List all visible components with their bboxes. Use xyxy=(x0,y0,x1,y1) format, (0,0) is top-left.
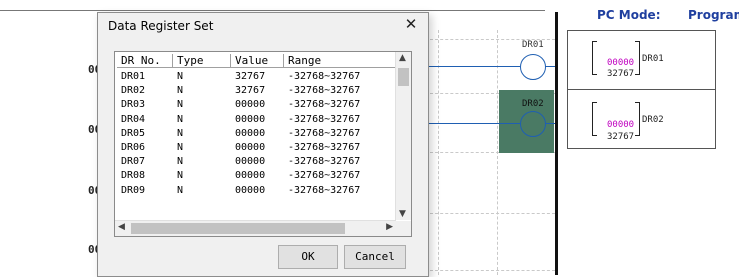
cell-type: N xyxy=(177,71,184,82)
cell-value: 00000 xyxy=(235,184,266,196)
cell-range: -32768~32767 xyxy=(288,170,361,182)
register-list[interactable]: DR No. Type Value Range DR01 N 32767 -32768… xyxy=(114,51,412,237)
cell-type: N xyxy=(177,85,184,97)
coil-label: DR01 xyxy=(522,40,544,50)
register-tag: DR02 xyxy=(642,115,664,125)
list-row[interactable]: DR05 N 00000 -32768~32767 xyxy=(117,127,397,141)
rung-wire xyxy=(428,123,520,124)
cell-range: -32768~32767 xyxy=(288,141,361,153)
rung-wire xyxy=(545,123,555,124)
register-display-box[interactable]: 00000 32767 DR02 xyxy=(567,89,716,149)
grid-line xyxy=(430,270,555,271)
cell-value: 00000 xyxy=(235,156,266,168)
grid-line xyxy=(430,213,555,214)
register-setting: 32767 xyxy=(607,132,635,142)
cell-type: N xyxy=(177,99,184,111)
column-header[interactable]: Value xyxy=(231,54,284,68)
column-header[interactable]: Range xyxy=(284,54,397,68)
scroll-down-icon[interactable]: ▼ xyxy=(399,209,406,219)
cell-dr-no: DR02 xyxy=(121,85,146,97)
cell-dr-no: DR08 xyxy=(121,170,146,182)
register-tag: DR01 xyxy=(642,54,664,64)
list-row[interactable]: DR01 N 32767 -32768~32767 xyxy=(117,70,397,84)
list-row[interactable]: DR09 N 00000 -32768~32767 xyxy=(117,184,397,198)
ok-button[interactable]: OK xyxy=(278,245,338,269)
bracket-icon xyxy=(592,102,640,136)
cell-range: -32768~32767 xyxy=(288,156,361,168)
top-divider xyxy=(0,10,545,11)
scroll-up-icon[interactable]: ▲ xyxy=(399,53,406,63)
coil-dr01-icon[interactable] xyxy=(520,54,546,80)
list-row[interactable]: DR02 N 32767 -32768~32767 xyxy=(117,84,397,98)
cell-value: 00000 xyxy=(235,170,266,182)
scroll-right-icon[interactable]: ▶ xyxy=(386,222,393,232)
cell-type: N xyxy=(177,141,184,153)
cell-type: N xyxy=(177,156,184,168)
list-row[interactable]: DR07 N 00000 -32768~32767 xyxy=(117,155,397,169)
coil-dr02-icon[interactable] xyxy=(520,111,546,137)
register-setting: 32767 xyxy=(607,69,635,79)
list-row[interactable]: DR08 N 00000 -32768~32767 xyxy=(117,169,397,183)
cell-dr-no: DR06 xyxy=(121,141,146,153)
list-body: DR01 N 32767 -32768~32767 DR02 N 32767 -32768~… xyxy=(117,70,397,198)
cell-value: 00000 xyxy=(235,141,266,153)
rung-wire xyxy=(428,66,520,67)
list-row[interactable]: DR06 N 00000 -32768~32767 xyxy=(117,141,397,155)
cell-range: -32768~32767 xyxy=(288,184,361,196)
list-row[interactable]: DR03 N 00000 -32768~32767 xyxy=(117,98,397,112)
cell-range: -32768~32767 xyxy=(288,99,361,111)
cell-type: N xyxy=(177,127,184,139)
column-header[interactable]: DR No. xyxy=(117,54,173,68)
cell-dr-no: DR04 xyxy=(121,113,146,125)
cell-range: -32768~32767 xyxy=(288,127,361,139)
power-rail xyxy=(555,12,558,275)
cell-dr-no: DR07 xyxy=(121,156,146,168)
horizontal-scrollbar[interactable]: ◀ ▶ xyxy=(115,220,396,236)
list-header: DR No. Type Value Range xyxy=(117,54,397,70)
scroll-left-icon[interactable]: ◀ xyxy=(118,222,125,232)
vertical-scroll-thumb[interactable] xyxy=(398,68,409,86)
list-row[interactable]: DR04 N 00000 -32768~32767 xyxy=(117,113,397,127)
vertical-scrollbar[interactable]: ▲ ▼ xyxy=(395,52,411,220)
cell-dr-no: DR03 xyxy=(121,99,146,111)
cell-dr-no: DR01 xyxy=(121,71,146,82)
mode-label: PC Mode: xyxy=(597,8,661,22)
cell-type: N xyxy=(177,170,184,182)
close-icon[interactable]: ✕ xyxy=(402,15,420,33)
cell-value: 32767 xyxy=(235,85,266,97)
dialog-title: Data Register Set xyxy=(108,19,214,33)
cell-range: -32768~32767 xyxy=(288,71,361,82)
register-value: 00000 xyxy=(607,120,635,130)
cell-type: N xyxy=(177,184,184,196)
mode-value: Program xyxy=(688,8,739,22)
cell-dr-no: DR05 xyxy=(121,127,146,139)
rung-wire xyxy=(545,66,555,67)
horizontal-scroll-thumb[interactable] xyxy=(131,223,345,234)
cell-type: N xyxy=(177,113,184,125)
cancel-button[interactable]: Cancel xyxy=(344,245,406,269)
cell-dr-no: DR09 xyxy=(121,184,146,196)
cell-range: -32768~32767 xyxy=(288,113,361,125)
scrollbar-corner xyxy=(396,221,411,236)
cell-value: 32767 xyxy=(235,71,266,82)
cell-range: -32768~32767 xyxy=(288,85,361,97)
cell-value: 00000 xyxy=(235,127,266,139)
register-display-box[interactable]: 00000 32767 DR01 xyxy=(567,30,716,90)
cell-value: 00000 xyxy=(235,99,266,111)
coil-label: DR02 xyxy=(522,99,544,109)
column-header[interactable]: Type xyxy=(173,54,231,68)
cell-value: 00000 xyxy=(235,113,266,125)
data-register-dialog: Data Register Set ✕ DR No. Type Value Ra… xyxy=(97,12,429,277)
register-value: 00000 xyxy=(607,58,635,68)
